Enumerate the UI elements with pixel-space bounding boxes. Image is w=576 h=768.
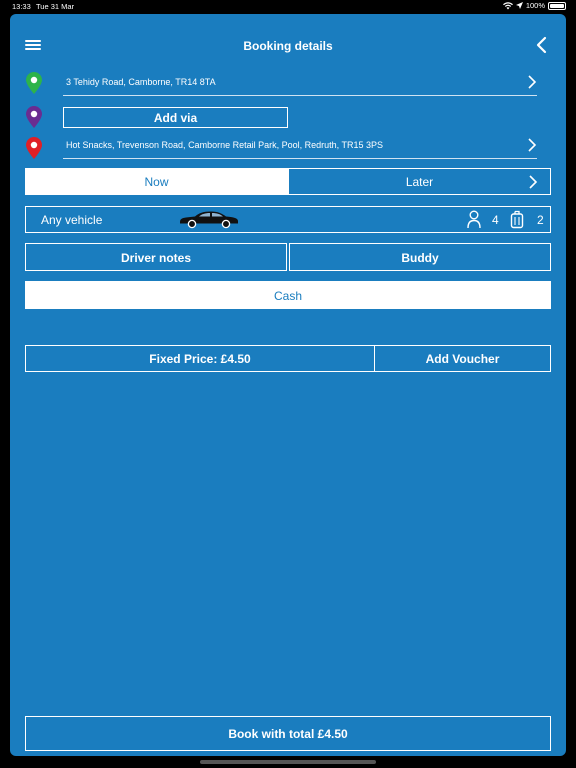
wifi-icon bbox=[502, 1, 513, 10]
location-arrow-icon bbox=[515, 2, 523, 9]
book-button[interactable]: Book with total £4.50 bbox=[25, 716, 551, 751]
later-chevron-right-icon bbox=[529, 175, 538, 189]
status-right: 100% bbox=[502, 1, 566, 10]
fixed-price-display: Fixed Price: £4.50 bbox=[25, 345, 375, 372]
pickup-chevron-right-icon bbox=[528, 75, 537, 89]
passenger-count: 4 bbox=[492, 213, 499, 227]
luggage-icon bbox=[510, 210, 524, 229]
later-button[interactable]: Later bbox=[288, 168, 551, 195]
status-bar: 13:33 Tue 31 Mar 100% bbox=[0, 0, 576, 14]
vehicle-selector[interactable]: Any vehicle 4 2 bbox=[25, 206, 551, 233]
passenger-icon bbox=[467, 210, 481, 229]
destination-chevron-right-icon bbox=[528, 138, 537, 152]
destination-address: Hot Snacks, Trevenson Road, Camborne Ret… bbox=[66, 140, 383, 150]
now-button[interactable]: Now bbox=[25, 168, 288, 195]
via-pin-icon bbox=[26, 106, 42, 128]
add-via-button[interactable]: Add via bbox=[63, 107, 288, 128]
battery-percent: 100% bbox=[525, 1, 545, 10]
battery-icon bbox=[548, 1, 566, 10]
car-icon bbox=[180, 211, 238, 229]
app-screen: Booking details 3 Tehidy Road, Camborne,… bbox=[10, 14, 566, 756]
luggage-count: 2 bbox=[537, 213, 544, 227]
home-indicator bbox=[200, 760, 376, 764]
payment-method-button[interactable]: Cash bbox=[25, 281, 551, 309]
buddy-button[interactable]: Buddy bbox=[289, 243, 551, 271]
pickup-pin-icon bbox=[26, 72, 42, 94]
driver-notes-button[interactable]: Driver notes bbox=[25, 243, 287, 271]
vehicle-label: Any vehicle bbox=[41, 213, 103, 227]
status-time: 13:33 bbox=[12, 2, 31, 11]
destination-address-row[interactable]: Hot Snacks, Trevenson Road, Camborne Ret… bbox=[63, 134, 537, 159]
status-date: Tue 31 Mar bbox=[36, 2, 75, 11]
back-chevron-icon[interactable] bbox=[534, 36, 548, 54]
add-voucher-button[interactable]: Add Voucher bbox=[374, 345, 551, 372]
destination-pin-icon bbox=[26, 137, 42, 159]
page-title: Booking details bbox=[243, 39, 333, 53]
pickup-address-row[interactable]: 3 Tehidy Road, Camborne, TR14 8TA bbox=[63, 71, 537, 96]
pickup-address: 3 Tehidy Road, Camborne, TR14 8TA bbox=[66, 77, 216, 87]
